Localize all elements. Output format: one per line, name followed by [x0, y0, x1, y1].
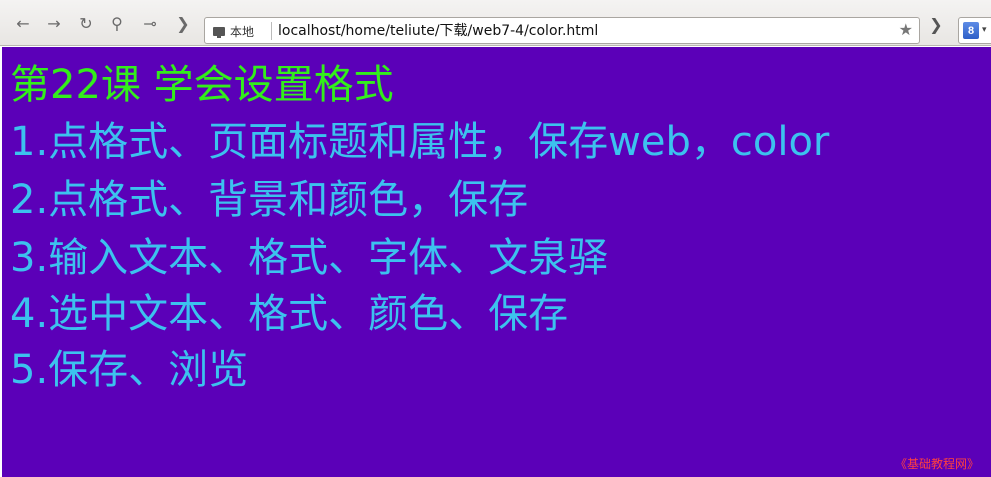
back-icon[interactable]: ← — [12, 13, 34, 35]
chevron-right-icon[interactable]: ❯ — [928, 13, 944, 35]
chevron-down-icon[interactable]: ▾ — [982, 22, 987, 39]
chevron-right-icon[interactable]: ❯ — [172, 13, 194, 35]
browser-toolbar: ← → ↻ ⚲ ⊸ ❯ 本地 localhost/home/teliute/下载… — [0, 0, 991, 46]
search-engine-box[interactable]: 8 ▾ — [958, 17, 991, 44]
url-text[interactable]: localhost/home/teliute/下载/web7-4/color.h… — [278, 22, 598, 40]
instruction-line-1: 1.点格式、页面标题和属性，保存web，color — [10, 119, 830, 165]
instruction-line-2: 2.点格式、背景和颜色，保存 — [10, 177, 529, 223]
instruction-line-4: 4.选中文本、格式、颜色、保存 — [10, 291, 569, 337]
page-icon — [213, 26, 225, 38]
address-bar[interactable]: 本地 localhost/home/teliute/下载/web7-4/colo… — [204, 17, 920, 44]
page-title: 第22课 学会设置格式 — [10, 62, 394, 108]
location-chip-label: 本地 — [230, 24, 255, 39]
star-icon[interactable]: ★ — [899, 21, 913, 39]
address-separator — [271, 22, 272, 40]
instruction-line-5: 5.保存、浏览 — [10, 347, 249, 393]
forward-icon[interactable]: → — [43, 13, 65, 35]
reload-icon[interactable]: ↻ — [75, 13, 97, 35]
key-icon[interactable]: ⊸ — [139, 13, 161, 35]
location-chip[interactable]: 本地 — [213, 22, 254, 40]
page-content: 第22课 学会设置格式 1.点格式、页面标题和属性，保存web，color 2.… — [2, 47, 991, 477]
instruction-line-3: 3.输入文本、格式、字体、文泉驿 — [10, 235, 609, 281]
search-icon[interactable]: ⚲ — [106, 13, 128, 35]
watermark: 《基础教程网》 — [894, 457, 979, 471]
google-icon[interactable]: 8 — [963, 22, 979, 39]
